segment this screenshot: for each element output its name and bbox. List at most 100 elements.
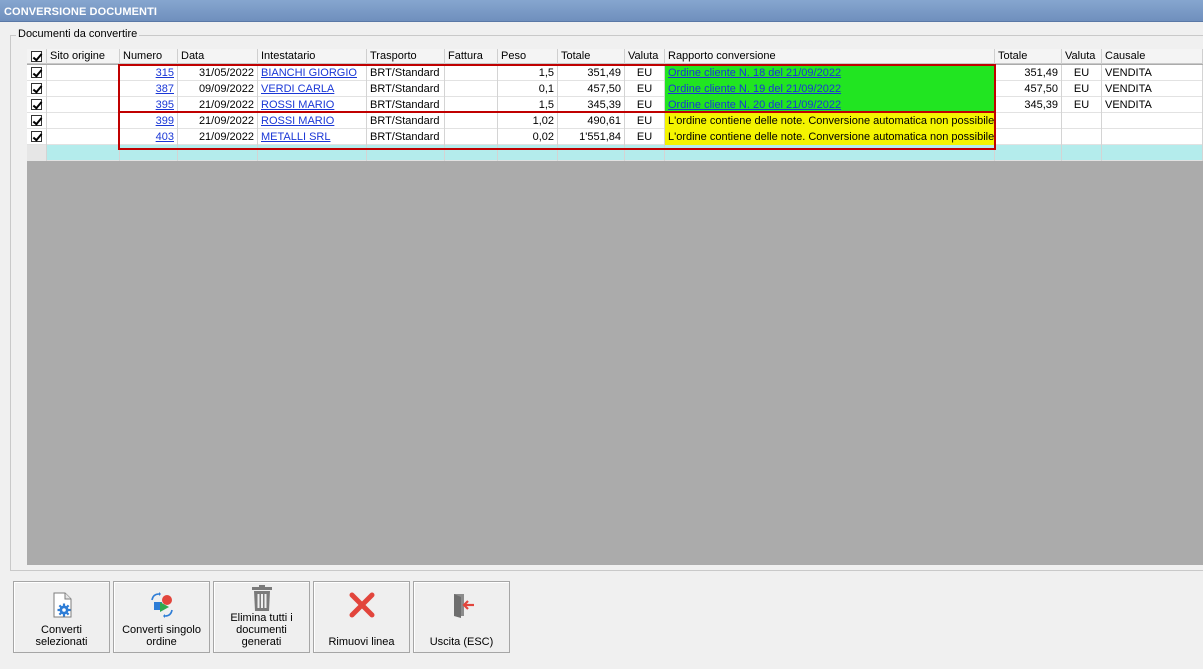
cell-valuta-2: EU — [1062, 97, 1102, 113]
cell-totale-2 — [995, 113, 1062, 129]
new-row-cell[interactable] — [120, 145, 178, 161]
table-row[interactable]: 399 21/09/2022 ROSSI MARIO BRT/Standard … — [27, 113, 1203, 129]
header-totale[interactable]: Totale — [558, 49, 625, 64]
header-sito-origine[interactable]: Sito origine — [47, 49, 120, 64]
cell-valuta: EU — [625, 129, 665, 145]
cell-intestatario-link[interactable]: VERDI CARLA — [261, 83, 334, 95]
header-fattura[interactable]: Fattura — [445, 49, 498, 64]
grid-header: Sito origine Numero Data Intestatario Tr… — [27, 49, 1203, 64]
converti-singolo-button[interactable]: Converti singolo ordine — [113, 581, 210, 653]
cell-intestatario-link[interactable]: ROSSI MARIO — [261, 99, 334, 111]
new-row-cell[interactable] — [47, 145, 120, 161]
rimuovi-linea-button[interactable]: Rimuovi linea — [313, 581, 410, 653]
cell-valuta-2 — [1062, 113, 1102, 129]
cell-intestatario-link[interactable]: BIANCHI GIORGIO — [261, 67, 357, 79]
new-row-cell[interactable] — [367, 145, 445, 161]
documents-grid[interactable]: Sito origine Numero Data Intestatario Tr… — [27, 49, 1203, 565]
table-row[interactable]: 403 21/09/2022 METALLI SRL BRT/Standard … — [27, 129, 1203, 145]
new-row-cell[interactable] — [665, 145, 995, 161]
cell-valuta: EU — [625, 81, 665, 97]
cell-rapporto-warning: L'ordine contiene delle note. Conversion… — [665, 129, 995, 145]
cell-rapporto-link[interactable]: Ordine cliente N. 19 del 21/09/2022 — [668, 83, 841, 95]
cell-valuta: EU — [625, 113, 665, 129]
new-row-cell[interactable] — [258, 145, 367, 161]
cell-numero-link[interactable]: 387 — [156, 83, 174, 95]
header-rapporto[interactable]: Rapporto conversione — [665, 49, 995, 64]
cell-rapporto-warning: L'ordine contiene delle note. Conversion… — [665, 113, 995, 129]
row-check-cell[interactable] — [27, 65, 47, 81]
header-causale[interactable]: Causale — [1102, 49, 1203, 64]
cell-peso: 0,1 — [498, 81, 558, 97]
header-trasporto[interactable]: Trasporto — [367, 49, 445, 64]
cell-sito — [47, 113, 120, 129]
row-check-cell[interactable] — [27, 129, 47, 145]
new-row-selector[interactable] — [27, 145, 47, 161]
cell-peso: 1,5 — [498, 97, 558, 113]
row-check-cell[interactable] — [27, 97, 47, 113]
cell-totale-2 — [995, 129, 1062, 145]
new-row[interactable] — [27, 145, 1203, 161]
cell-numero-link[interactable]: 315 — [156, 67, 174, 79]
row-checkbox[interactable] — [31, 83, 42, 94]
groupbox-label: Documenti da convertire — [16, 28, 140, 40]
window-titlebar: CONVERSIONE DOCUMENTI — [0, 0, 1203, 22]
new-row-cell[interactable] — [995, 145, 1062, 161]
cell-totale: 351,49 — [558, 65, 625, 81]
cell-numero-link[interactable]: 395 — [156, 99, 174, 111]
cell-sito — [47, 97, 120, 113]
new-row-cell[interactable] — [625, 145, 665, 161]
cell-trasporto: BRT/Standard — [367, 81, 445, 97]
header-totale-2[interactable]: Totale — [995, 49, 1062, 64]
cell-data: 21/09/2022 — [178, 113, 258, 129]
cell-rapporto-link[interactable]: Ordine cliente N. 18 del 21/09/2022 — [668, 67, 841, 79]
header-peso[interactable]: Peso — [498, 49, 558, 64]
header-select-all[interactable] — [27, 49, 47, 64]
cell-fattura — [445, 65, 498, 81]
cell-numero-link[interactable]: 399 — [156, 115, 174, 127]
row-check-cell[interactable] — [27, 113, 47, 129]
cell-totale: 1'551,84 — [558, 129, 625, 145]
row-check-cell[interactable] — [27, 81, 47, 97]
table-row[interactable]: 387 09/09/2022 VERDI CARLA BRT/Standard … — [27, 81, 1203, 97]
new-row-cell[interactable] — [558, 145, 625, 161]
cell-valuta: EU — [625, 97, 665, 113]
elimina-tutti-button[interactable]: Elimina tutti i documenti generati — [213, 581, 310, 653]
cell-valuta-2: EU — [1062, 65, 1102, 81]
header-data[interactable]: Data — [178, 49, 258, 64]
cell-causale — [1102, 129, 1203, 145]
shapes-convert-icon — [150, 592, 173, 618]
header-numero[interactable]: Numero — [120, 49, 178, 64]
cell-valuta-2: EU — [1062, 81, 1102, 97]
header-valuta[interactable]: Valuta — [625, 49, 665, 64]
cell-causale: VENDITA — [1102, 97, 1203, 113]
new-row-cell[interactable] — [1062, 145, 1102, 161]
select-all-checkbox[interactable] — [31, 51, 42, 62]
new-row-cell[interactable] — [1102, 145, 1203, 161]
header-valuta-2[interactable]: Valuta — [1062, 49, 1102, 64]
cell-rapporto-link[interactable]: Ordine cliente N. 20 del 21/09/2022 — [668, 99, 841, 111]
row-checkbox[interactable] — [31, 131, 42, 142]
new-row-cell[interactable] — [178, 145, 258, 161]
cell-trasporto: BRT/Standard — [367, 129, 445, 145]
converti-selezionati-button[interactable]: Converti selezionati — [13, 581, 110, 653]
exit-door-icon — [453, 594, 474, 618]
cell-intestatario-link[interactable]: ROSSI MARIO — [261, 115, 334, 127]
uscita-button[interactable]: Uscita (ESC) — [413, 581, 510, 653]
row-checkbox[interactable] — [31, 115, 42, 126]
cell-trasporto: BRT/Standard — [367, 97, 445, 113]
cell-trasporto: BRT/Standard — [367, 113, 445, 129]
trash-icon — [251, 585, 272, 611]
new-row-cell[interactable] — [498, 145, 558, 161]
header-intestatario[interactable]: Intestatario — [258, 49, 367, 64]
row-checkbox[interactable] — [31, 99, 42, 110]
table-row[interactable]: 395 21/09/2022 ROSSI MARIO BRT/Standard … — [27, 97, 1203, 113]
new-row-cell[interactable] — [445, 145, 498, 161]
cell-numero-link[interactable]: 403 — [156, 131, 174, 143]
table-row[interactable]: 315 31/05/2022 BIANCHI GIORGIO BRT/Stand… — [27, 65, 1203, 81]
cell-intestatario-link[interactable]: METALLI SRL — [261, 131, 331, 143]
cell-peso: 1,02 — [498, 113, 558, 129]
row-checkbox[interactable] — [31, 67, 42, 78]
cell-data: 31/05/2022 — [178, 65, 258, 81]
cell-fattura — [445, 129, 498, 145]
converti-selezionati-label: Converti selezionati — [35, 624, 88, 648]
